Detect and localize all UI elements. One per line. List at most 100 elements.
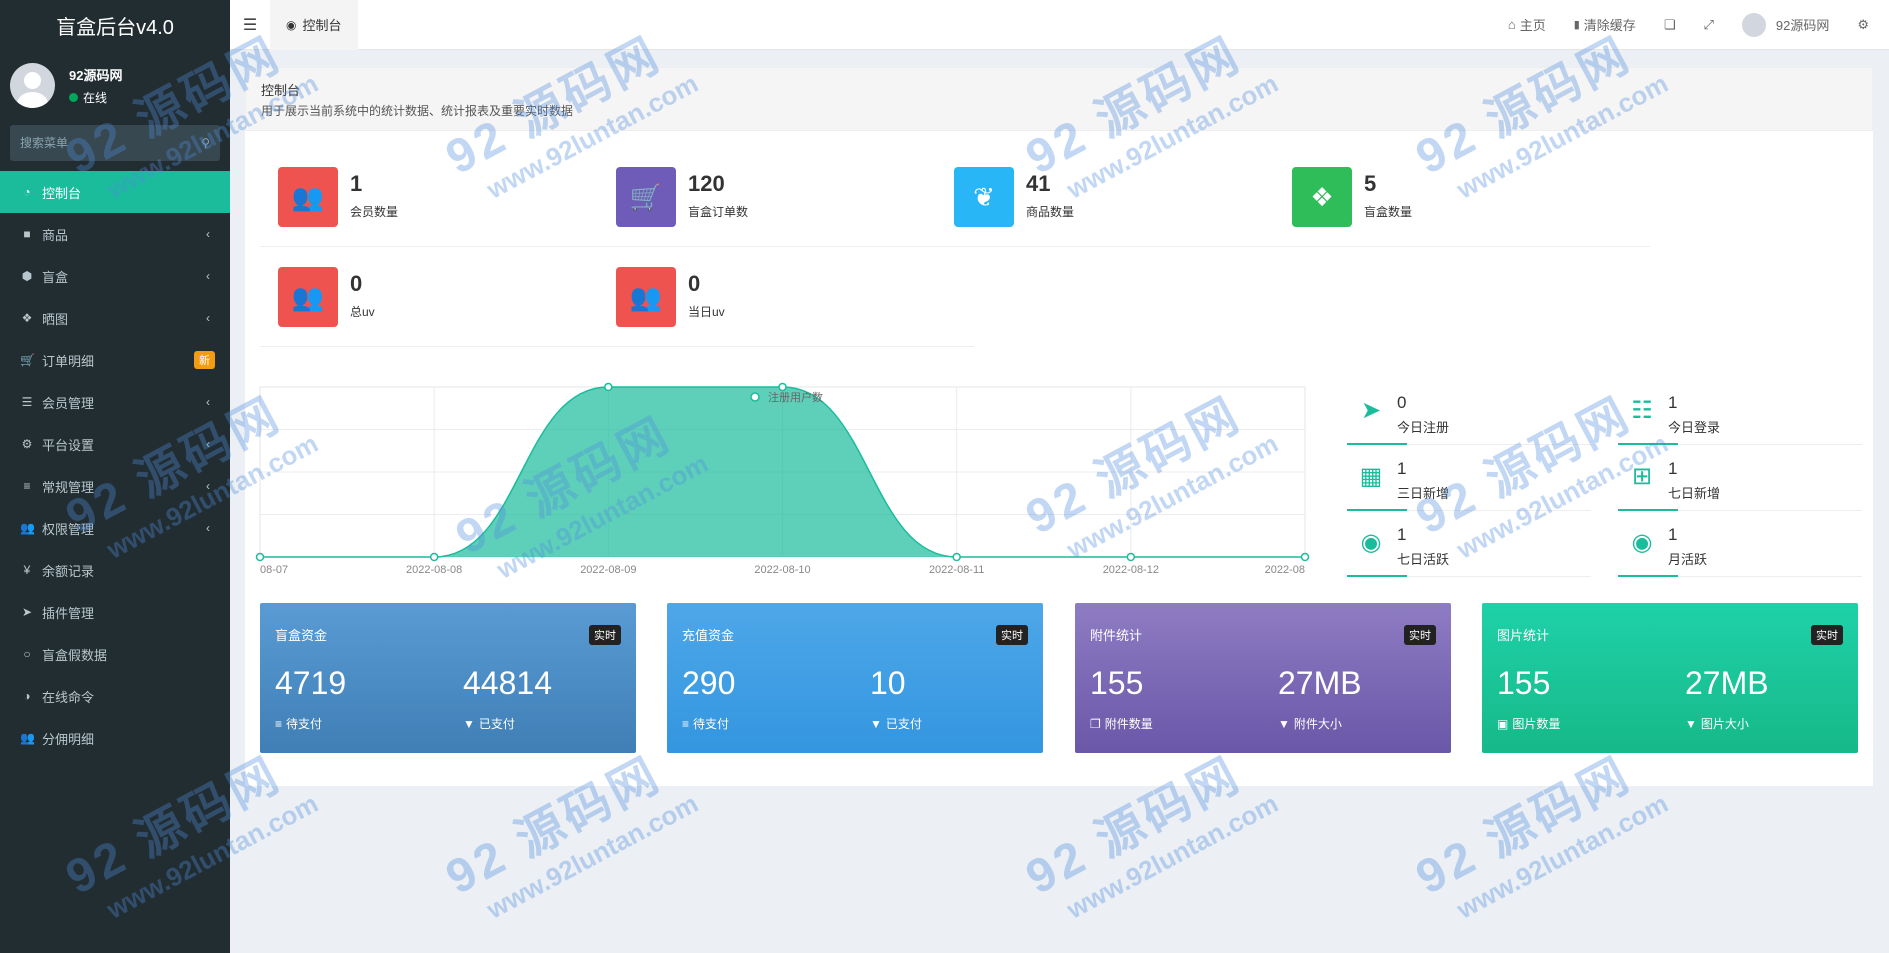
stat-value: 5 (1364, 171, 1377, 196)
card-sub-label-1: 待支付 (286, 717, 323, 731)
card-sub-label-2: 已支付 (885, 717, 922, 731)
image-icon: ▣ (1497, 717, 1509, 731)
mini-stat-underline (1618, 575, 1678, 577)
search-icon[interactable]: ⚲ (201, 136, 210, 150)
card-value-2: 27MB (1685, 665, 1769, 701)
x-tick-label: 08-07 (260, 564, 288, 576)
sidebar-item-label: 商品 (42, 227, 69, 243)
stat-label: 总uv (350, 305, 375, 319)
sidebar-item-4[interactable]: 🛒 订单明细 新 (0, 339, 230, 381)
menu-search: ⚲ (10, 125, 220, 161)
data-point[interactable] (429, 552, 439, 562)
mini-stat-underline (1618, 443, 1678, 445)
card-sub-2: ▼ 图片大小 (1685, 715, 1749, 732)
x-tick-label: 2022-08 (1265, 564, 1305, 576)
users-icon: 👥 (20, 521, 35, 535)
settings-button[interactable]: ⚙ (1843, 17, 1889, 33)
clear-cache-button[interactable]: ▮ 清除缓存 (1560, 15, 1650, 34)
data-point[interactable] (952, 552, 961, 562)
data-point[interactable] (604, 382, 613, 392)
stat-label: 盲盒数量 (1364, 205, 1413, 219)
chevron-left-icon: ‹ (206, 269, 210, 283)
card-sub-1: ≡ 待支付 (275, 715, 322, 732)
mini-stat-label: 今日登录 (1668, 420, 1721, 435)
watermark-url: www.92luntan.com (481, 787, 703, 925)
sidebar-item-3[interactable]: ❖ 晒图 ‹ (0, 297, 230, 339)
mini-stat-underline (1347, 443, 1407, 445)
sidebar-item-2[interactable]: ⬢ 盲盒 ‹ (0, 255, 230, 297)
mini-stat-value: 1 (1668, 525, 1678, 544)
data-point[interactable] (778, 382, 787, 392)
stat-label: 会员数量 (350, 205, 399, 219)
legend-marker[interactable] (750, 392, 760, 402)
watermark-url: www.92luntan.com (1061, 787, 1283, 925)
fullscreen-button[interactable]: ⤢ (1689, 17, 1727, 33)
user-panel: 92源码网 在线 (0, 50, 230, 120)
topbar: ☰ ◉ 控制台 ⌂ 主页 ▮ 清除缓存 ❏ ⤢ 92源码网 ⚙ (230, 0, 1889, 50)
legend-label[interactable]: 注册用户数 (768, 390, 823, 404)
sidebar-item-6[interactable]: ⚙ 平台设置 ‹ (0, 423, 230, 465)
mini-stat-value: 1 (1397, 459, 1407, 478)
sidebar-toggle-icon[interactable]: ☰ (230, 15, 270, 35)
page-title: 控制台 (261, 83, 301, 98)
user-menu[interactable]: 92源码网 (1728, 12, 1843, 37)
realtime-badge: 实时 (1811, 625, 1843, 645)
mini-stat: ▦ 1 三日新增 (1347, 453, 1591, 511)
database-icon: ≡ (682, 717, 690, 731)
sidebar-item-11[interactable]: ○ 盲盒假数据 (0, 633, 230, 675)
sidebar-item-label: 盲盒 (42, 269, 69, 285)
data-point[interactable] (255, 552, 265, 562)
users-icon: 👥 (616, 267, 676, 327)
sidebar-item-12[interactable]: ◑ 在线命令 (0, 675, 230, 717)
sidebar-item-9[interactable]: ¥ 余额记录 (0, 549, 230, 591)
id-card-icon: ☷ (1631, 397, 1653, 424)
stat-value: 0 (688, 271, 701, 296)
stat-card: 👥 1 会员数量 (260, 131, 636, 247)
card-value-2: 10 (870, 665, 906, 701)
sidebar-item-5[interactable]: ☰ 会员管理 ‹ (0, 381, 230, 423)
sidebar-item-label: 插件管理 (42, 605, 95, 621)
sidebar-item-13[interactable]: 👥 分佣明细 (0, 717, 230, 759)
data-point[interactable] (1126, 552, 1136, 562)
avatar (10, 62, 55, 108)
app-logo[interactable]: 盲盒后台v4.0 (0, 0, 230, 50)
content-header: 控制台 用于展示当前系统中的统计数据、统计报表及重要实时数据 (245, 67, 1873, 131)
mini-stat-value: 1 (1397, 525, 1407, 544)
translate-button[interactable]: ❏ (1650, 17, 1690, 33)
tab-dashboard[interactable]: ◉ 控制台 (270, 0, 358, 50)
chevron-left-icon: ‹ (206, 311, 210, 325)
realtime-badge: 实时 (1404, 625, 1436, 645)
mini-stat-underline (1347, 509, 1407, 511)
card-sub-label-1: 图片数量 (1512, 717, 1561, 731)
online-dot-icon (69, 92, 78, 102)
filter-icon: ▼ (463, 717, 475, 731)
mini-stat-underline (1618, 509, 1678, 511)
stat-card: ❖ 5 盲盒数量 (1274, 131, 1650, 247)
filter-icon: ▼ (1278, 717, 1290, 731)
new-badge: 新 (194, 351, 215, 369)
sidebar-item-7[interactable]: ≡ 常规管理 ‹ (0, 465, 230, 507)
stat-card: 🛒 120 盲盒订单数 (598, 131, 974, 247)
card-sub-label-1: 附件数量 (1104, 717, 1153, 731)
cart-icon: 🛒 (616, 167, 676, 227)
sidebar-item-8[interactable]: 👥 权限管理 ‹ (0, 507, 230, 549)
mini-stat: ☷ 1 今日登录 (1618, 387, 1862, 445)
home-link[interactable]: ⌂ 主页 (1494, 15, 1560, 34)
sidebar-item-label: 盲盒假数据 (42, 647, 108, 663)
dashboard-panel: 08-07 2022-08-08 2022-08-09 2022-08-10 2022-… (245, 131, 1873, 786)
mini-stat: ➤ 0 今日注册 (1347, 387, 1591, 445)
sidebar-item-0[interactable]: ◔ 控制台 (0, 171, 230, 213)
mini-stat-value: 0 (1397, 393, 1407, 412)
watermark-url: www.92luntan.com (1451, 787, 1673, 925)
sidebar-item-1[interactable]: ■ 商品 ‹ (0, 213, 230, 255)
card-title: 图片统计 (1497, 628, 1550, 643)
sidebar-item-10[interactable]: ➤ 插件管理 (0, 591, 230, 633)
menu-search-input[interactable] (20, 136, 202, 150)
card-sub-label-2: 已支付 (478, 717, 515, 731)
card-sub-2: ▼ 已支付 (463, 715, 515, 732)
card-sub-label-2: 图片大小 (1700, 717, 1749, 731)
data-point[interactable] (1300, 552, 1310, 562)
sidebar-item-label: 晒图 (42, 311, 69, 327)
stat-label: 商品数量 (1026, 205, 1075, 219)
sidebar-item-label: 分佣明细 (42, 731, 95, 747)
